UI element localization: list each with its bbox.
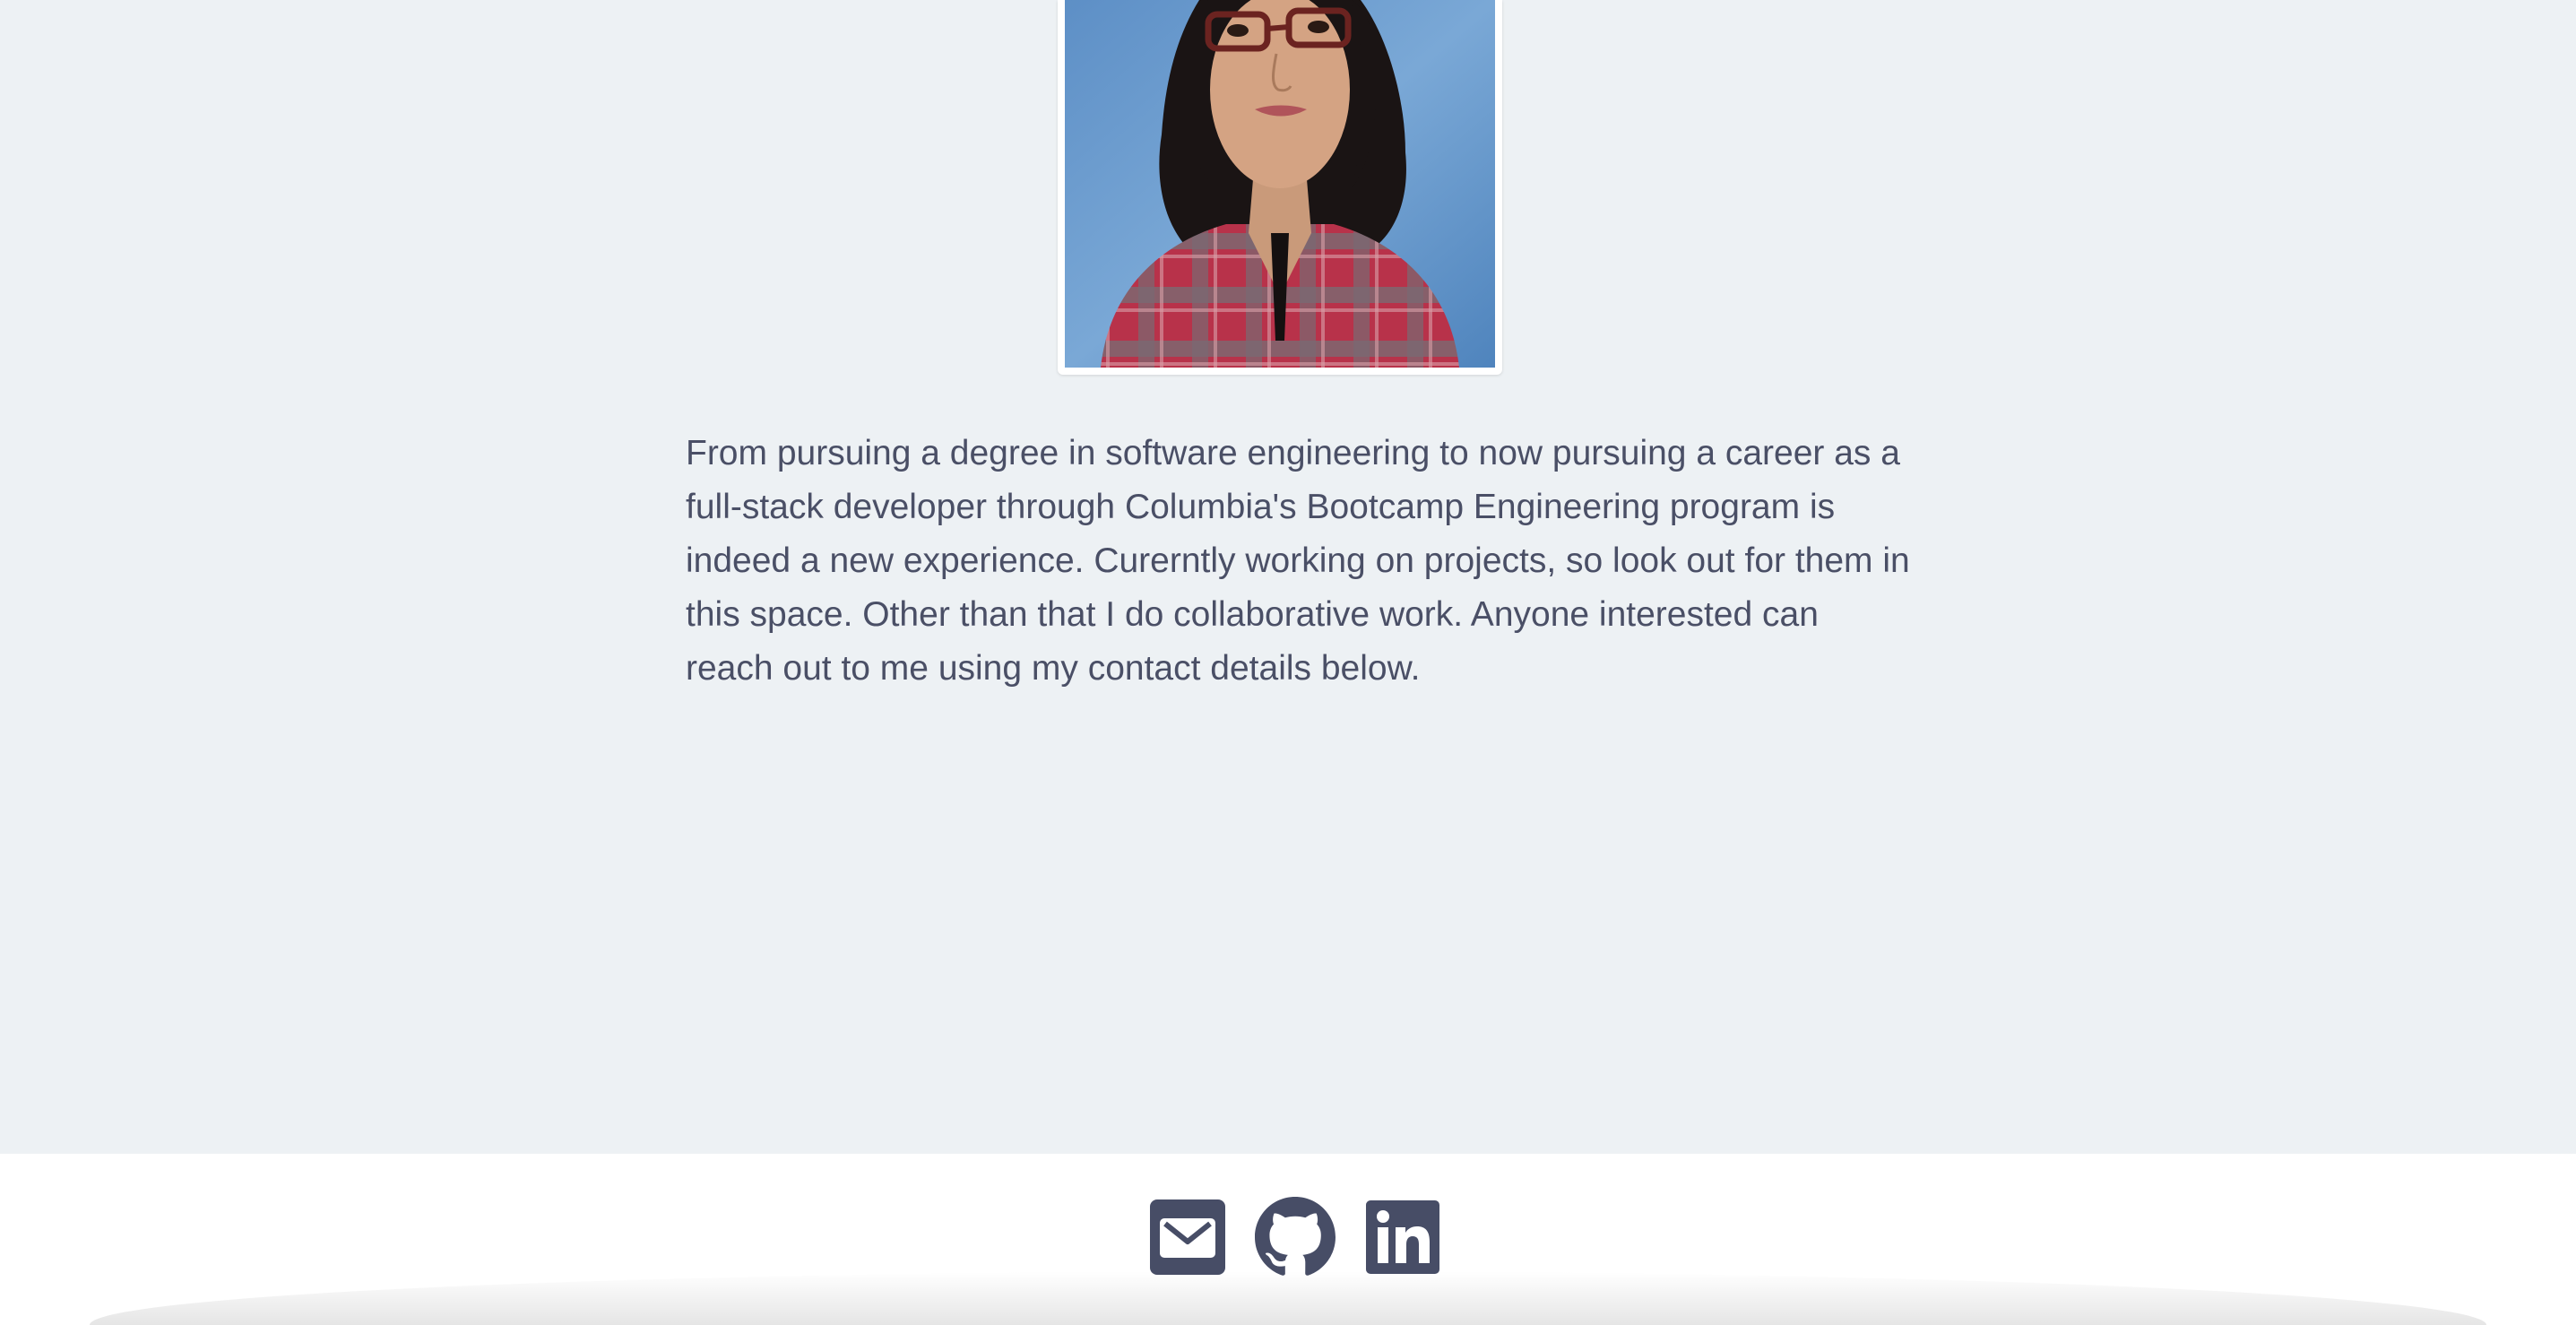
github-link[interactable] [1255,1197,1336,1277]
page: From pursuing a degree in software engin… [0,0,2576,1325]
profile-photo [1065,0,1495,368]
about-bio: From pursuing a degree in software engin… [686,434,1910,688]
linkedin-link[interactable] [1362,1197,1443,1277]
footer [0,1154,2576,1325]
linkedin-icon [1366,1200,1439,1274]
email-link[interactable] [1147,1197,1228,1277]
social-links [1147,1197,1443,1277]
envelope-icon [1150,1199,1225,1275]
github-icon [1255,1197,1336,1276]
footer-shadow [90,1271,2486,1325]
profile-photo-frame [1058,0,1502,375]
